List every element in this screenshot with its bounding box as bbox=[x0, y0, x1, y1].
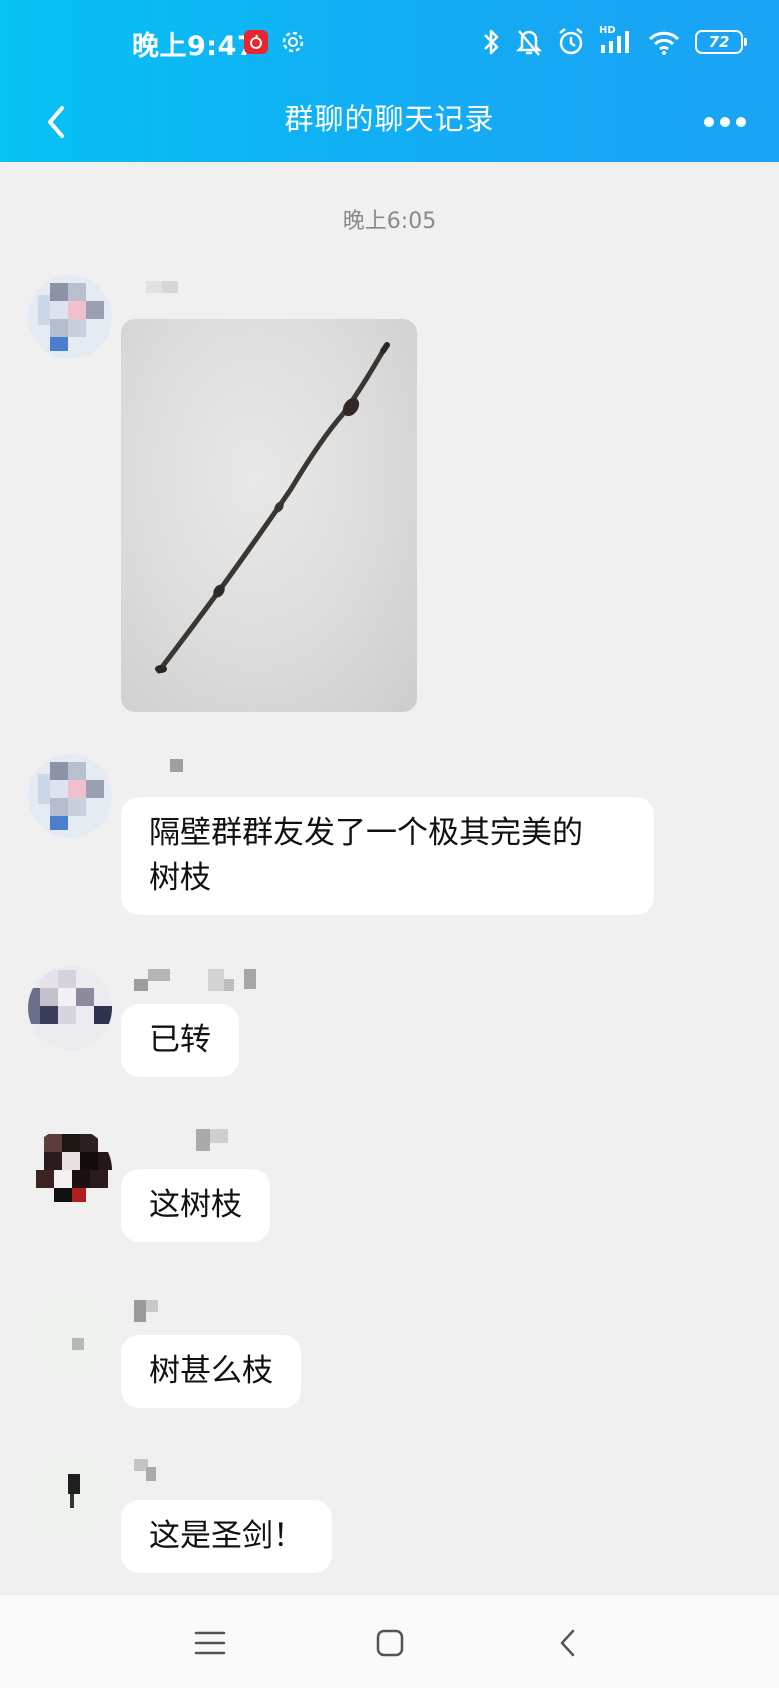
message-timestamp: 晚上6:05 bbox=[342, 209, 437, 234]
home-square-icon bbox=[376, 1629, 404, 1657]
status-bar: 晚上9:47 HD 72 bbox=[0, 0, 779, 86]
status-time: 晚上9:47 bbox=[132, 31, 257, 62]
netease-music-icon bbox=[244, 30, 268, 54]
battery-level: 72 bbox=[708, 33, 730, 51]
sender-name-blurred bbox=[134, 1459, 160, 1481]
message-bubble[interactable]: 已转 bbox=[121, 1004, 239, 1077]
image-message[interactable] bbox=[121, 319, 417, 712]
avatar[interactable] bbox=[28, 1294, 112, 1378]
more-dot-icon bbox=[704, 117, 714, 127]
message-bubble[interactable]: 树甚么枝 bbox=[121, 1335, 301, 1408]
system-navigation-bar bbox=[0, 1594, 779, 1688]
status-icons: HD 72 bbox=[481, 25, 747, 58]
message-text: 已转 bbox=[149, 1022, 211, 1058]
message-text: 这树枝 bbox=[149, 1187, 242, 1223]
title-bar: 群聊的聊天记录 bbox=[0, 86, 779, 162]
alarm-icon bbox=[559, 28, 583, 55]
battery-icon: 72 bbox=[695, 30, 747, 54]
sender-name-blurred bbox=[146, 281, 186, 301]
message-text: 树甚么枝 bbox=[149, 1353, 273, 1389]
system-back-button[interactable] bbox=[540, 1615, 596, 1671]
more-dot-icon bbox=[736, 117, 746, 127]
more-dot-icon bbox=[720, 117, 730, 127]
avatar[interactable] bbox=[28, 1128, 112, 1212]
message-bubble[interactable]: 这树枝 bbox=[121, 1169, 270, 1242]
wifi-icon bbox=[648, 31, 680, 55]
sender-name-blurred bbox=[134, 969, 260, 991]
recent-apps-button[interactable] bbox=[182, 1615, 238, 1671]
settings-gear-icon bbox=[280, 29, 306, 55]
home-button[interactable] bbox=[362, 1615, 418, 1671]
mute-bell-icon bbox=[515, 30, 543, 56]
avatar[interactable] bbox=[28, 275, 112, 359]
avatar[interactable] bbox=[28, 754, 112, 838]
cellular-signal-icon: HD bbox=[599, 25, 633, 57]
bluetooth-icon bbox=[484, 29, 499, 55]
sender-name-blurred bbox=[196, 1129, 236, 1151]
message-text: 隔壁群群友发了一个极其完美的 bbox=[149, 815, 583, 851]
message-bubble[interactable]: 这是圣剑！ bbox=[121, 1500, 332, 1573]
back-triangle-icon bbox=[560, 1629, 575, 1657]
message-text: 树枝 bbox=[149, 860, 211, 896]
avatar[interactable] bbox=[28, 966, 112, 1050]
more-options-button[interactable] bbox=[695, 96, 755, 148]
menu-icon bbox=[194, 1631, 226, 1655]
message-bubble[interactable]: 隔壁群群友发了一个极其完美的 树枝 bbox=[121, 797, 654, 915]
header: 晚上9:47 HD 72 群聊的聊天记录 bbox=[0, 0, 779, 162]
message-text: 这是圣剑！ bbox=[149, 1518, 304, 1554]
sender-name-blurred bbox=[170, 759, 186, 779]
page-title: 群聊的聊天记录 bbox=[284, 102, 495, 136]
avatar[interactable] bbox=[28, 1458, 112, 1542]
chat-history-screen: 晚上9:47 HD 72 群聊的聊天记录 晚上6:05 隔壁群群友发了一个极其完… bbox=[0, 0, 779, 1688]
sender-name-blurred bbox=[134, 1300, 160, 1322]
branch-photo-image bbox=[155, 342, 390, 674]
